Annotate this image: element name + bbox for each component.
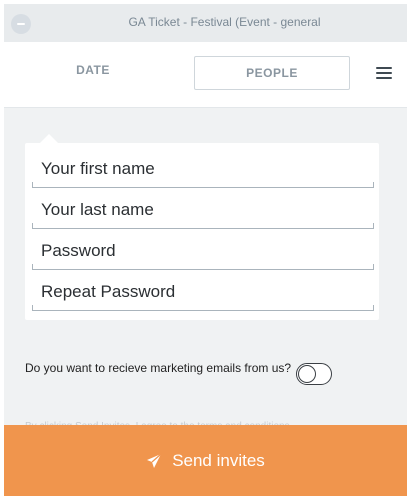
repeat-password-field[interactable]: Repeat Password [32,278,374,311]
menu-line [376,77,392,79]
last-name-field[interactable]: Your last name [32,196,374,229]
menu-line [376,67,392,69]
password-underline [32,264,374,270]
menu-line [376,72,392,74]
send-icon [147,453,162,468]
window-title: GA Ticket - Festival (Event - general [128,15,321,29]
repeat-password-underline [32,305,374,311]
marketing-prompt: Do you want to recieve marketing emails … [25,361,292,375]
send-invites-button[interactable]: Send invites [4,425,407,496]
repeat-password-label: Repeat Password [41,282,176,301]
first-name-underline [32,182,374,188]
tab-people[interactable]: PEOPLE [194,56,350,90]
send-invites-label: Send invites [172,450,265,470]
signup-card: Your first name Your last name Password … [25,134,379,320]
password-label: Password [41,241,116,260]
tab-date[interactable]: DATE [24,59,162,81]
tabs-bar: DATE PEOPLE [4,42,407,108]
last-name-underline [32,223,374,229]
main-content: Your first name Your last name Password … [4,108,407,496]
marketing-toggle[interactable] [296,363,332,385]
hamburger-menu-icon[interactable] [376,66,392,79]
title-bar: GA Ticket - Festival (Event - general [4,4,407,42]
last-name-label: Your last name [41,200,154,219]
password-field[interactable]: Password [32,237,374,270]
app-frame: GA Ticket - Festival (Event - general DA… [4,4,407,496]
close-icon[interactable] [11,14,31,34]
first-name-label: Your first name [41,159,155,178]
toggle-knob [298,365,316,383]
first-name-field[interactable]: Your first name [32,155,374,188]
